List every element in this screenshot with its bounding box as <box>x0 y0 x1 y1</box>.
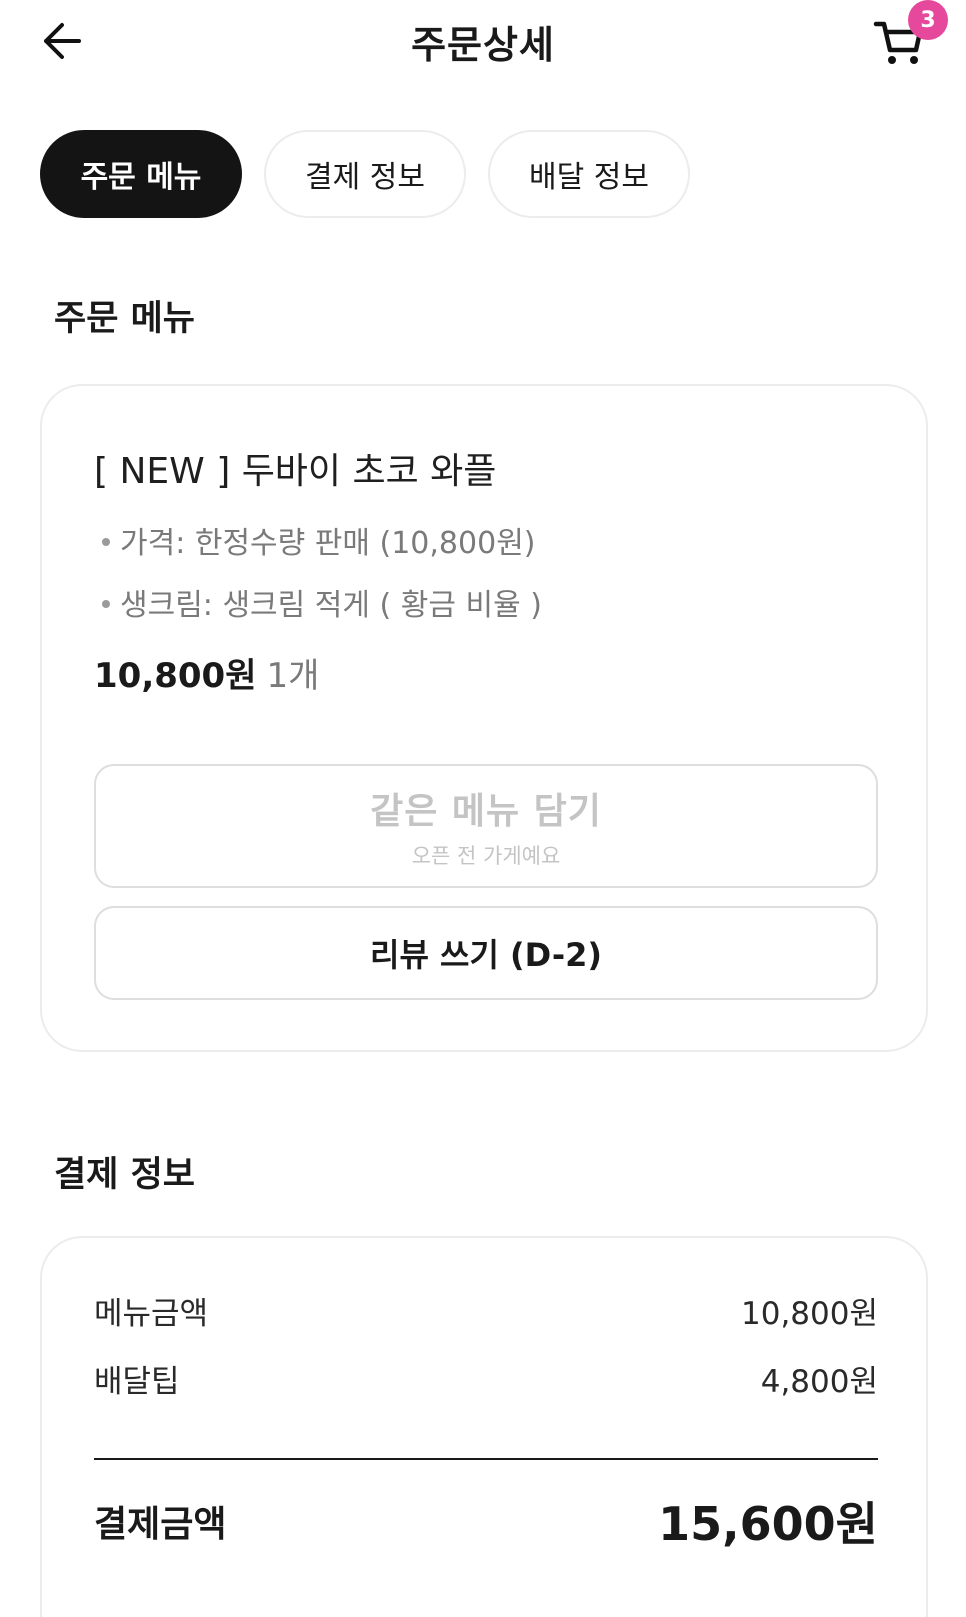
write-review-label: 리뷰 쓰기 (D-2) <box>370 936 602 974</box>
total-value: 15,600원 <box>658 1497 878 1551</box>
order-menu-section-title: 주문 메뉴 <box>54 299 195 339</box>
payment-row: 메뉴금액 10,800원 <box>94 1288 878 1333</box>
cart-count-badge: 3 <box>908 0 948 40</box>
payment-row-value: 10,800원 <box>741 1296 878 1332</box>
payment-row: 배달팁 4,800원 <box>94 1356 878 1401</box>
tab-delivery-info[interactable]: 배달 정보 <box>488 130 690 218</box>
order-item-card: [ NEW ] 두바이 초코 와플 가격: 한정수량 판매 (10,800원) … <box>40 384 928 1052</box>
payment-row-label: 메뉴금액 <box>94 1296 209 1332</box>
item-price: 10,800원 <box>94 656 257 696</box>
item-price-row: 10,800원 1개 <box>94 648 319 697</box>
payment-row-value: 4,800원 <box>760 1364 878 1400</box>
item-name: [ NEW ] 두바이 초코 와플 <box>94 451 497 492</box>
tab-bar: 주문 메뉴 결제 정보 배달 정보 <box>40 130 690 218</box>
add-same-menu-button[interactable]: 같은 메뉴 담기 오픈 전 가게예요 <box>94 764 878 888</box>
item-option-text: 가격: 한정수량 판매 (10,800원) <box>120 526 536 561</box>
payment-info-section-title: 결제 정보 <box>54 1155 195 1195</box>
page-title: 주문상세 <box>411 23 555 67</box>
item-quantity: 1개 <box>266 656 320 696</box>
item-option-text: 생크림: 생크림 적게 ( 황금 비율 ) <box>120 588 542 623</box>
item-option: 생크림: 생크림 적게 ( 황금 비율 ) <box>102 580 542 624</box>
bullet-icon <box>102 537 110 546</box>
header: 주문상세 3 <box>0 0 966 86</box>
payment-row-label: 배달팁 <box>94 1364 180 1400</box>
bullet-icon <box>102 599 110 608</box>
add-same-menu-label: 같은 메뉴 담기 <box>370 791 602 832</box>
add-same-menu-sublabel: 오픈 전 가게예요 <box>411 844 561 868</box>
payment-info-card: 메뉴금액 10,800원 배달팁 4,800원 결제금액 15,600원 <box>40 1236 928 1617</box>
divider <box>94 1458 878 1460</box>
item-option: 가격: 한정수량 판매 (10,800원) <box>102 518 536 562</box>
total-row: 결제금액 15,600원 <box>94 1488 878 1554</box>
tab-payment-info[interactable]: 결제 정보 <box>264 130 466 218</box>
write-review-button[interactable]: 리뷰 쓰기 (D-2) <box>94 906 878 1000</box>
total-label: 결제금액 <box>94 1504 227 1545</box>
tab-order-menu[interactable]: 주문 메뉴 <box>40 130 242 218</box>
